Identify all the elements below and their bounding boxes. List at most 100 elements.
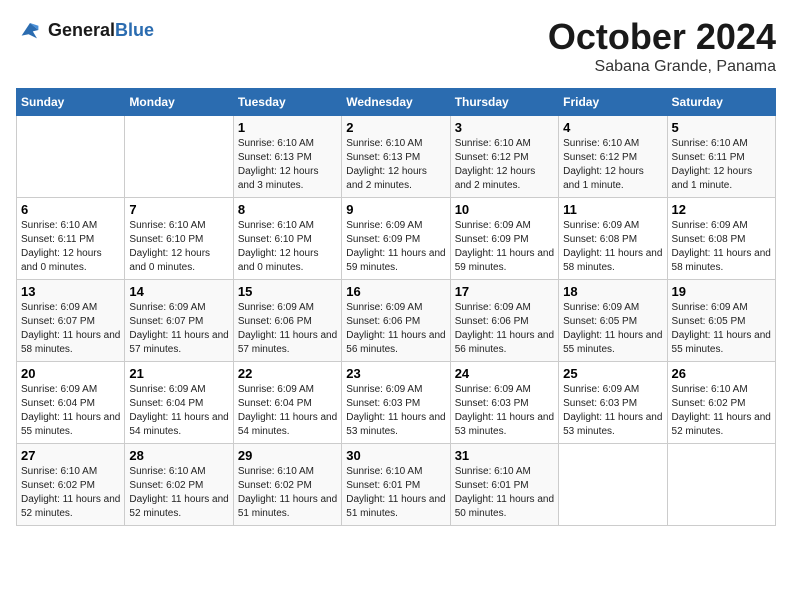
logo: GeneralBlue	[16, 16, 154, 44]
table-cell: 17 Sunrise: 6:09 AM Sunset: 6:06 PM Dayli…	[450, 280, 558, 362]
day-number: 22	[238, 366, 337, 381]
month-title: October 2024	[548, 16, 776, 58]
weekday-header-row: SundayMondayTuesdayWednesdayThursdayFrid…	[17, 89, 776, 116]
day-info: Sunrise: 6:09 AM Sunset: 6:03 PM Dayligh…	[455, 383, 554, 439]
table-cell: 19 Sunrise: 6:09 AM Sunset: 6:05 PM Dayli…	[667, 280, 775, 362]
table-cell: 27 Sunrise: 6:10 AM Sunset: 6:02 PM Dayli…	[17, 444, 125, 526]
week-row-2: 6Sunrise: 6:10 AM Sunset: 6:11 PM Daylig…	[17, 198, 776, 280]
weekday-header-tuesday: Tuesday	[233, 89, 341, 116]
day-info: Sunrise: 6:09 AM Sunset: 6:04 PM Dayligh…	[238, 383, 337, 439]
week-row-5: 27 Sunrise: 6:10 AM Sunset: 6:02 PM Dayli…	[17, 444, 776, 526]
day-number: 8	[238, 202, 337, 217]
table-cell	[17, 116, 125, 198]
day-info: Sunrise: 6:09 AM Sunset: 6:04 PM Dayligh…	[21, 383, 120, 439]
day-info: Sunrise: 6:10 AM Sunset: 6:01 PM Dayligh…	[455, 465, 554, 521]
table-cell: 22 Sunrise: 6:09 AM Sunset: 6:04 PM Dayli…	[233, 362, 341, 444]
day-number: 30	[346, 448, 445, 463]
table-cell: 6Sunrise: 6:10 AM Sunset: 6:11 PM Daylig…	[17, 198, 125, 280]
day-info: Sunrise: 6:10 AM Sunset: 6:11 PM Dayligh…	[21, 219, 120, 275]
table-cell: 10 Sunrise: 6:09 AM Sunset: 6:09 PM Dayli…	[450, 198, 558, 280]
table-cell: 30 Sunrise: 6:10 AM Sunset: 6:01 PM Dayli…	[342, 444, 450, 526]
day-number: 16	[346, 284, 445, 299]
week-row-4: 20 Sunrise: 6:09 AM Sunset: 6:04 PM Dayli…	[17, 362, 776, 444]
day-number: 12	[672, 202, 771, 217]
day-number: 2	[346, 120, 445, 135]
day-number: 18	[563, 284, 662, 299]
day-info: Sunrise: 6:10 AM Sunset: 6:02 PM Dayligh…	[672, 383, 771, 439]
day-number: 24	[455, 366, 554, 381]
table-cell: 31 Sunrise: 6:10 AM Sunset: 6:01 PM Dayli…	[450, 444, 558, 526]
table-cell: 3 Sunrise: 6:10 AM Sunset: 6:12 PM Daylig…	[450, 116, 558, 198]
day-info: Sunrise: 6:10 AM Sunset: 6:10 PM Dayligh…	[129, 219, 228, 275]
day-number: 4	[563, 120, 662, 135]
table-cell: 4 Sunrise: 6:10 AM Sunset: 6:12 PM Daylig…	[559, 116, 667, 198]
day-info: Sunrise: 6:09 AM Sunset: 6:06 PM Dayligh…	[455, 301, 554, 357]
table-cell: 5Sunrise: 6:10 AM Sunset: 6:11 PM Daylig…	[667, 116, 775, 198]
table-cell: 15 Sunrise: 6:09 AM Sunset: 6:06 PM Dayli…	[233, 280, 341, 362]
table-cell: 7 Sunrise: 6:10 AM Sunset: 6:10 PM Daylig…	[125, 198, 233, 280]
day-number: 27	[21, 448, 120, 463]
day-info: Sunrise: 6:09 AM Sunset: 6:09 PM Dayligh…	[455, 219, 554, 275]
table-cell: 18 Sunrise: 6:09 AM Sunset: 6:05 PM Dayli…	[559, 280, 667, 362]
table-cell: 9 Sunrise: 6:09 AM Sunset: 6:09 PM Daylig…	[342, 198, 450, 280]
table-cell: 8Sunrise: 6:10 AM Sunset: 6:10 PM Daylig…	[233, 198, 341, 280]
day-number: 11	[563, 202, 662, 217]
day-info: Sunrise: 6:10 AM Sunset: 6:12 PM Dayligh…	[563, 137, 662, 193]
title-block: October 2024 Sabana Grande, Panama	[548, 16, 776, 76]
day-info: Sunrise: 6:10 AM Sunset: 6:01 PM Dayligh…	[346, 465, 445, 521]
day-info: Sunrise: 6:09 AM Sunset: 6:05 PM Dayligh…	[672, 301, 771, 357]
day-number: 14	[129, 284, 228, 299]
table-cell: 12Sunrise: 6:09 AM Sunset: 6:08 PM Dayli…	[667, 198, 775, 280]
day-number: 5	[672, 120, 771, 135]
table-cell: 21Sunrise: 6:09 AM Sunset: 6:04 PM Dayli…	[125, 362, 233, 444]
table-cell: 11 Sunrise: 6:09 AM Sunset: 6:08 PM Dayli…	[559, 198, 667, 280]
day-info: Sunrise: 6:10 AM Sunset: 6:02 PM Dayligh…	[238, 465, 337, 521]
table-cell	[559, 444, 667, 526]
day-number: 31	[455, 448, 554, 463]
week-row-1: 1 Sunrise: 6:10 AM Sunset: 6:13 PM Daylig…	[17, 116, 776, 198]
day-info: Sunrise: 6:09 AM Sunset: 6:06 PM Dayligh…	[238, 301, 337, 357]
logo-bird-icon	[16, 16, 44, 44]
table-cell: 1 Sunrise: 6:10 AM Sunset: 6:13 PM Daylig…	[233, 116, 341, 198]
day-info: Sunrise: 6:09 AM Sunset: 6:05 PM Dayligh…	[563, 301, 662, 357]
day-info: Sunrise: 6:09 AM Sunset: 6:03 PM Dayligh…	[563, 383, 662, 439]
weekday-header-wednesday: Wednesday	[342, 89, 450, 116]
day-info: Sunrise: 6:09 AM Sunset: 6:06 PM Dayligh…	[346, 301, 445, 357]
calendar-header: SundayMondayTuesdayWednesdayThursdayFrid…	[17, 89, 776, 116]
day-number: 23	[346, 366, 445, 381]
day-info: Sunrise: 6:10 AM Sunset: 6:02 PM Dayligh…	[21, 465, 120, 521]
day-number: 21	[129, 366, 228, 381]
table-cell: 14 Sunrise: 6:09 AM Sunset: 6:07 PM Dayli…	[125, 280, 233, 362]
table-cell: 16 Sunrise: 6:09 AM Sunset: 6:06 PM Dayli…	[342, 280, 450, 362]
weekday-header-monday: Monday	[125, 89, 233, 116]
day-info: Sunrise: 6:10 AM Sunset: 6:12 PM Dayligh…	[455, 137, 554, 193]
table-cell: 20 Sunrise: 6:09 AM Sunset: 6:04 PM Dayli…	[17, 362, 125, 444]
location-subtitle: Sabana Grande, Panama	[548, 58, 776, 76]
table-cell: 29Sunrise: 6:10 AM Sunset: 6:02 PM Dayli…	[233, 444, 341, 526]
table-cell: 24 Sunrise: 6:09 AM Sunset: 6:03 PM Dayli…	[450, 362, 558, 444]
day-number: 3	[455, 120, 554, 135]
calendar-table: SundayMondayTuesdayWednesdayThursdayFrid…	[16, 88, 776, 526]
table-cell: 28Sunrise: 6:10 AM Sunset: 6:02 PM Dayli…	[125, 444, 233, 526]
day-number: 7	[129, 202, 228, 217]
week-row-3: 13Sunrise: 6:09 AM Sunset: 6:07 PM Dayli…	[17, 280, 776, 362]
day-number: 19	[672, 284, 771, 299]
day-info: Sunrise: 6:09 AM Sunset: 6:07 PM Dayligh…	[129, 301, 228, 357]
day-number: 20	[21, 366, 120, 381]
day-number: 10	[455, 202, 554, 217]
day-number: 17	[455, 284, 554, 299]
day-info: Sunrise: 6:10 AM Sunset: 6:02 PM Dayligh…	[129, 465, 228, 521]
day-number: 1	[238, 120, 337, 135]
logo-text: GeneralBlue	[48, 20, 154, 41]
day-number: 15	[238, 284, 337, 299]
weekday-header-friday: Friday	[559, 89, 667, 116]
day-info: Sunrise: 6:09 AM Sunset: 6:03 PM Dayligh…	[346, 383, 445, 439]
table-cell: 26Sunrise: 6:10 AM Sunset: 6:02 PM Dayli…	[667, 362, 775, 444]
page-header: GeneralBlue October 2024 Sabana Grande, …	[16, 16, 776, 76]
day-info: Sunrise: 6:09 AM Sunset: 6:09 PM Dayligh…	[346, 219, 445, 275]
day-info: Sunrise: 6:09 AM Sunset: 6:07 PM Dayligh…	[21, 301, 120, 357]
day-info: Sunrise: 6:10 AM Sunset: 6:13 PM Dayligh…	[238, 137, 337, 193]
day-info: Sunrise: 6:09 AM Sunset: 6:08 PM Dayligh…	[563, 219, 662, 275]
day-number: 9	[346, 202, 445, 217]
weekday-header-saturday: Saturday	[667, 89, 775, 116]
